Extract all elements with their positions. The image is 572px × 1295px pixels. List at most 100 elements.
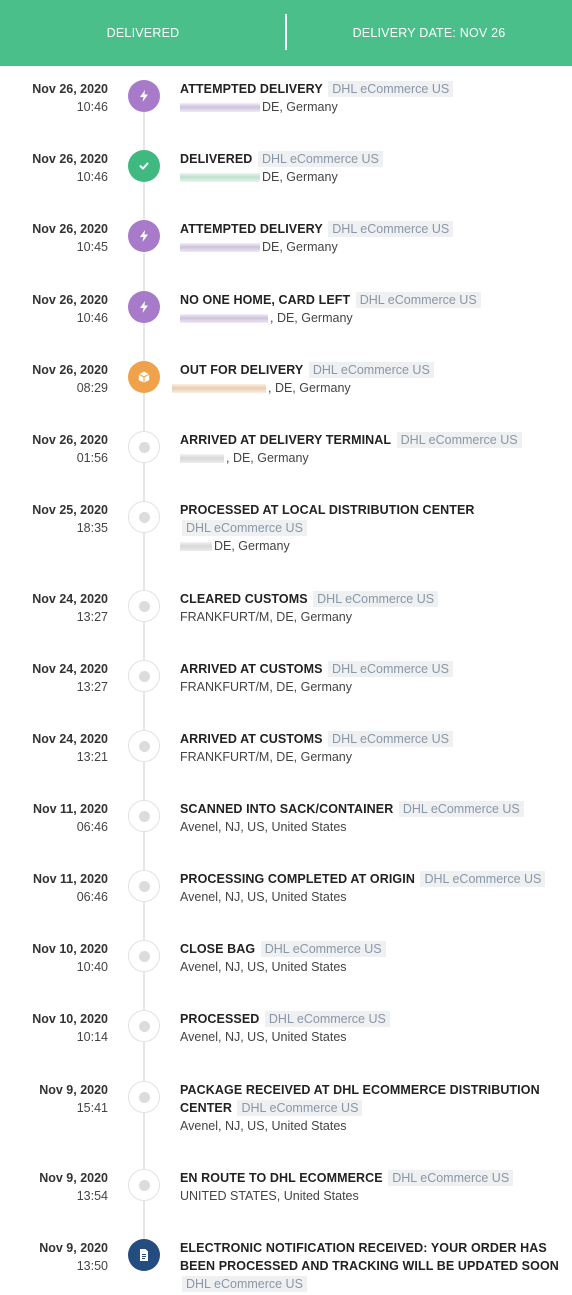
event-time: 08:29 — [76, 381, 108, 395]
event-status: PROCESSING COMPLETED AT ORIGIN — [180, 872, 415, 886]
event-date: Nov 9, 2020 — [39, 1241, 108, 1255]
delivery-status-label: DELIVERED — [106, 26, 180, 40]
event-details: SCANNED INTO SACK/CONTAINER DHL eCommerc… — [180, 800, 565, 836]
event-status: PROCESSED AT LOCAL DISTRIBUTION CENTER — [180, 503, 475, 517]
event-time: 10:46 — [76, 100, 108, 114]
event-time: 10:45 — [76, 240, 108, 254]
dot-icon — [128, 940, 160, 972]
event-status: ARRIVED AT DELIVERY TERMINAL — [180, 433, 392, 447]
carrier-tag: DHL eCommerce US — [264, 1011, 390, 1027]
event-details: DELIVERED DHL eCommerce US DE, Germany — [180, 150, 565, 186]
event-location: FRANKFURT/M, DE, Germany — [180, 750, 353, 764]
event-status: CLOSE BAG — [180, 942, 256, 956]
carrier-tag: DHL eCommerce US — [396, 432, 522, 448]
redacted-address — [180, 314, 268, 324]
event-date: Nov 26, 2020 — [32, 363, 108, 377]
status-header: DELIVERED DELIVERY DATE: NOV 26 — [0, 0, 572, 66]
carrier-tag: DHL eCommerce US — [388, 1170, 514, 1186]
event-status: EN ROUTE TO DHL ECOMMERCE — [180, 1171, 383, 1185]
event-location: DE, Germany — [214, 539, 290, 553]
event-time: 06:46 — [76, 890, 108, 904]
carrier-tag: DHL eCommerce US — [355, 292, 481, 308]
event-date: Nov 24, 2020 — [32, 662, 108, 676]
event-time: 01:56 — [76, 451, 108, 465]
event-details: NO ONE HOME, CARD LEFT DHL eCommerce US … — [180, 291, 565, 327]
carrier-tag: DHL eCommerce US — [328, 731, 453, 747]
event-status: ELECTRONIC NOTIFICATION RECEIVED: YOUR O… — [180, 1241, 559, 1273]
event-details: ATTEMPTED DELIVERY DHL eCommerce US DE, … — [180, 80, 565, 116]
event-status: ARRIVED AT CUSTOMS — [180, 732, 323, 746]
carrier-tag: DHL eCommerce US — [182, 520, 307, 536]
carrier-tag: DHL eCommerce US — [328, 221, 454, 237]
event-details: ELECTRONIC NOTIFICATION RECEIVED: YOUR O… — [180, 1239, 565, 1293]
event-details: ARRIVED AT CUSTOMS DHL eCommerce US FRAN… — [180, 660, 565, 696]
event-details: PROCESSED DHL eCommerce US Avenel, NJ, U… — [180, 1010, 565, 1046]
lightning-icon — [128, 291, 160, 323]
carrier-tag: DHL eCommerce US — [328, 81, 454, 97]
event-date: Nov 26, 2020 — [32, 152, 108, 166]
event-location: FRANKFURT/M, DE, Germany — [180, 680, 353, 694]
event-status: ATTEMPTED DELIVERY — [180, 222, 323, 236]
event-location: DE, Germany — [262, 240, 338, 254]
redacted-address — [180, 243, 260, 253]
package-icon — [128, 361, 160, 393]
carrier-tag: DHL eCommerce US — [308, 362, 434, 378]
event-date: Nov 10, 2020 — [32, 942, 108, 956]
event-details: PROCESSING COMPLETED AT ORIGIN DHL eComm… — [180, 870, 565, 906]
event-time: 18:35 — [76, 521, 108, 535]
carrier-tag: DHL eCommerce US — [260, 941, 386, 957]
event-time: 13:27 — [76, 610, 108, 624]
redacted-address — [180, 103, 260, 113]
header-divider — [285, 14, 287, 50]
event-location: UNITED STATES, United States — [180, 1189, 359, 1203]
event-date: Nov 26, 2020 — [32, 222, 108, 236]
event-location: Avenel, NJ, US, United States — [180, 820, 347, 834]
carrier-tag: DHL eCommerce US — [398, 801, 524, 817]
event-status: ATTEMPTED DELIVERY — [180, 82, 323, 96]
event-details: PROCESSED AT LOCAL DISTRIBUTION CENTER D… — [180, 501, 500, 555]
event-details: PACKAGE RECEIVED AT DHL ECOMMERCE DISTRI… — [180, 1081, 540, 1135]
event-time: 13:21 — [76, 750, 108, 764]
redacted-address — [180, 542, 212, 552]
delivery-date-label: DELIVERY DATE: NOV 26 — [352, 26, 506, 40]
event-location: , DE, Germany — [270, 311, 353, 325]
event-date: Nov 25, 2020 — [32, 503, 108, 517]
document-icon — [128, 1239, 160, 1271]
event-location: FRANKFURT/M, DE, Germany — [180, 610, 353, 624]
dot-icon — [128, 730, 160, 762]
event-date: Nov 26, 2020 — [32, 433, 108, 447]
checkmark-icon — [128, 150, 160, 182]
event-time: 13:27 — [76, 680, 108, 694]
event-location: Avenel, NJ, US, United States — [180, 1030, 347, 1044]
event-time: 15:41 — [76, 1101, 108, 1115]
event-details: CLOSE BAG DHL eCommerce US Avenel, NJ, U… — [180, 940, 565, 976]
dot-icon — [128, 1081, 160, 1113]
carrier-tag: DHL eCommerce US — [313, 591, 439, 607]
lightning-icon — [128, 80, 160, 112]
carrier-tag: DHL eCommerce US — [328, 661, 453, 677]
dot-icon — [128, 1010, 160, 1042]
event-date: Nov 9, 2020 — [39, 1083, 108, 1097]
dot-icon — [128, 431, 160, 463]
redacted-address — [180, 173, 260, 183]
event-details: CLEARED CUSTOMS DHL eCommerce US FRANKFU… — [180, 590, 565, 626]
event-date: Nov 10, 2020 — [32, 1012, 108, 1026]
dot-icon — [128, 870, 160, 902]
event-time: 10:14 — [76, 1030, 108, 1044]
event-status: SCANNED INTO SACK/CONTAINER — [180, 802, 394, 816]
event-date: Nov 26, 2020 — [32, 293, 108, 307]
event-details: EN ROUTE TO DHL ECOMMERCE DHL eCommerce … — [180, 1169, 565, 1205]
event-details: ARRIVED AT DELIVERY TERMINAL DHL eCommer… — [180, 431, 565, 467]
event-status: NO ONE HOME, CARD LEFT — [180, 293, 351, 307]
event-location: DE, Germany — [262, 170, 338, 184]
event-status: CLEARED CUSTOMS — [180, 592, 308, 606]
carrier-tag: DHL eCommerce US — [182, 1276, 307, 1292]
dot-icon — [128, 800, 160, 832]
event-time: 06:46 — [76, 820, 108, 834]
dot-icon — [128, 660, 160, 692]
event-date: Nov 26, 2020 — [32, 82, 108, 96]
redacted-address — [180, 454, 224, 464]
carrier-tag: DHL eCommerce US — [257, 151, 383, 167]
event-status: ARRIVED AT CUSTOMS — [180, 662, 323, 676]
event-time: 13:54 — [76, 1189, 108, 1203]
